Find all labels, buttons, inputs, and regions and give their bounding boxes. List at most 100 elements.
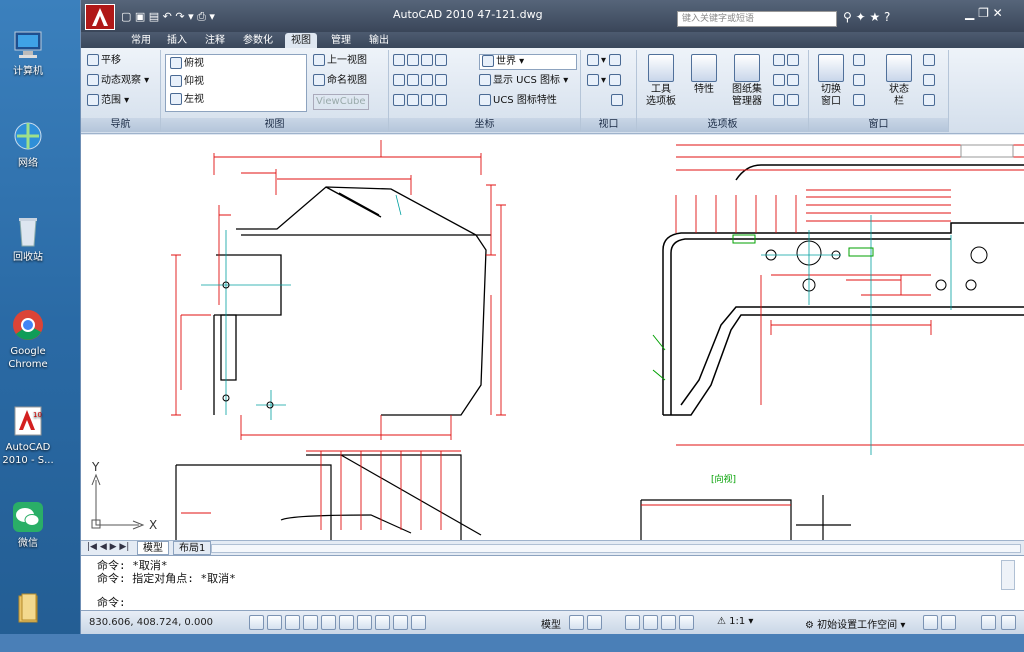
tab-insert[interactable]: 插入 [161, 33, 193, 48]
viewport-tools-2[interactable]: ▾ [587, 74, 623, 88]
panel-title: 导航 [81, 118, 160, 132]
restore-icon[interactable]: ❐ [978, 6, 989, 20]
view-top[interactable]: 俯视 [170, 57, 204, 71]
otrack-toggle[interactable] [339, 615, 354, 630]
hardware-accel-icon[interactable] [941, 615, 956, 630]
layout-button[interactable] [569, 615, 584, 630]
drawing-canvas[interactable]: [向视] Y X [81, 135, 1024, 540]
ribbon-tabs: 常用 插入 注释 参数化 视图 管理 输出 [81, 32, 1024, 48]
palette-small-tools-2[interactable] [773, 74, 801, 88]
extents-button[interactable]: 范围 ▾ [87, 94, 129, 108]
palette-small-tools[interactable] [773, 54, 801, 68]
tab-nav-arrows[interactable]: |◀ ◀ ▶ ▶| [87, 542, 129, 552]
window-tile-tools[interactable] [853, 74, 867, 88]
ucs-axis-icon [91, 473, 145, 530]
model-space-button[interactable]: 模型 [541, 616, 561, 631]
status-menu-icon[interactable] [981, 615, 996, 630]
orbit-button[interactable]: 动态观察 ▾ [87, 74, 149, 88]
desktop-icon-wechat[interactable]: 微信 [0, 500, 56, 550]
tab-view[interactable]: 视图 [285, 33, 317, 48]
workspace-switch[interactable]: ⚙ 初始设置工作空间 ▾ [805, 616, 905, 631]
layout-tabs-bar: |◀ ◀ ▶ ▶| 模型 布局1 [81, 540, 1024, 555]
named-views-button[interactable]: 命名视图 [313, 74, 367, 88]
grid-toggle[interactable] [267, 615, 282, 630]
window-extra-tools-2[interactable] [923, 74, 937, 88]
previous-view-button[interactable]: 上一视图 [313, 54, 367, 68]
desktop-icon-network[interactable]: 网络 [0, 120, 56, 170]
desktop-icon-autocad[interactable]: 10 AutoCAD 2010 - S... [0, 404, 56, 467]
window-arrange-tools[interactable] [853, 54, 867, 68]
drawing-window-controls[interactable] [960, 144, 1014, 158]
ucs-tools-row1[interactable] [393, 54, 449, 68]
panel-title: 视图 [161, 118, 388, 132]
wheel-status-icon[interactable] [661, 615, 676, 630]
chrome-icon [11, 308, 45, 342]
wechat-icon [11, 500, 45, 534]
command-prompt[interactable]: 命令: [97, 596, 126, 609]
view-bottom[interactable]: 仰视 [170, 75, 204, 89]
qp-toggle[interactable] [411, 615, 426, 630]
window-controls[interactable]: ▁ ❐ ✕ [965, 6, 1021, 24]
tab-layout1[interactable]: 布局1 [173, 541, 212, 555]
command-window[interactable]: 命令: *取消* 命令: 指定对角点: *取消* 命令: [81, 555, 1024, 610]
lock-icon[interactable] [923, 615, 938, 630]
tool-palettes-icon [648, 54, 674, 82]
window-extra-tools[interactable] [923, 54, 937, 68]
palette-small-tools-3[interactable] [773, 94, 801, 108]
ortho-toggle[interactable] [285, 615, 300, 630]
desktop-icon-folder[interactable] [0, 590, 56, 627]
tab-annotate[interactable]: 注释 [199, 33, 231, 48]
window-cascade-tools[interactable] [853, 94, 867, 108]
pan-button[interactable]: 平移 [87, 54, 121, 68]
pan-status-icon[interactable] [625, 615, 640, 630]
clean-screen-icon[interactable] [1001, 615, 1016, 630]
desktop-icon-chrome[interactable]: Google Chrome [0, 308, 56, 371]
switch-windows-button[interactable]: 切换 窗口 [813, 54, 849, 108]
dyn-toggle[interactable] [375, 615, 390, 630]
cad-drawing[interactable]: [向视] Y X [81, 135, 1024, 540]
sheet-set-manager-button[interactable]: 图纸集 管理器 [725, 54, 769, 108]
show-ucs-icon-button[interactable]: 显示 UCS 图标 ▾ [479, 74, 568, 88]
status-bar-icon [886, 54, 912, 82]
ucs-tools-row2[interactable] [393, 74, 449, 88]
layout-button-2[interactable] [587, 615, 602, 630]
close-icon[interactable]: ✕ [993, 6, 1003, 20]
infocenter-icons[interactable]: ⚲ ✦ ★ ? [843, 10, 890, 24]
desktop-icon-computer[interactable]: 计算机 [0, 28, 56, 78]
window-extra-tools-3[interactable] [923, 94, 937, 108]
zoom-status-icon[interactable] [643, 615, 658, 630]
panel-palettes: 工具 选项板 特性 图纸集 管理器 选项板 [637, 50, 809, 132]
ducs-toggle[interactable] [357, 615, 372, 630]
search-input[interactable]: 键入关键字或短语 [677, 11, 837, 27]
view-list[interactable]: 俯视 仰视 左视 [165, 54, 307, 112]
minimize-icon[interactable]: ▁ [965, 6, 974, 20]
tab-model[interactable]: 模型 [137, 541, 169, 555]
viewport-tools-3[interactable] [611, 94, 625, 108]
lwt-toggle[interactable] [393, 615, 408, 630]
view-left[interactable]: 左视 [170, 93, 204, 107]
tab-parametric[interactable]: 参数化 [237, 33, 279, 48]
tab-manage[interactable]: 管理 [325, 33, 357, 48]
osnap-toggle[interactable] [321, 615, 336, 630]
viewport-tools[interactable]: ▾ [587, 54, 623, 68]
tool-palettes-button[interactable]: 工具 选项板 [641, 54, 681, 108]
desktop-icon-recycle-bin[interactable]: 回收站 [0, 214, 56, 264]
tab-home[interactable]: 常用 [125, 33, 157, 48]
ucs-tools-row3[interactable] [393, 94, 449, 108]
tab-output[interactable]: 输出 [363, 33, 395, 48]
ucs-icon-properties-button[interactable]: UCS 图标特性 [479, 94, 557, 108]
properties-button[interactable]: 特性 [687, 54, 721, 96]
horizontal-scrollbar[interactable] [211, 544, 1021, 553]
quick-access-toolbar[interactable]: ▢ ▣ ▤ ↶ ↷ ▾ ⎙ ▾ [121, 10, 271, 24]
polar-toggle[interactable] [303, 615, 318, 630]
showmotion-status-icon[interactable] [679, 615, 694, 630]
snap-toggle[interactable] [249, 615, 264, 630]
app-menu-button[interactable] [85, 4, 115, 30]
view-top-icon [170, 57, 182, 69]
viewcube-button[interactable]: ViewCube [313, 94, 369, 110]
ucs-world-select[interactable]: 世界 ▾ [479, 54, 577, 70]
command-scrollbar[interactable] [1001, 560, 1015, 590]
annotation-scale[interactable]: ⚠ 1:1 ▾ [717, 616, 753, 627]
pan-icon [87, 54, 99, 66]
status-bar-button[interactable]: 状态 栏 [881, 54, 917, 108]
